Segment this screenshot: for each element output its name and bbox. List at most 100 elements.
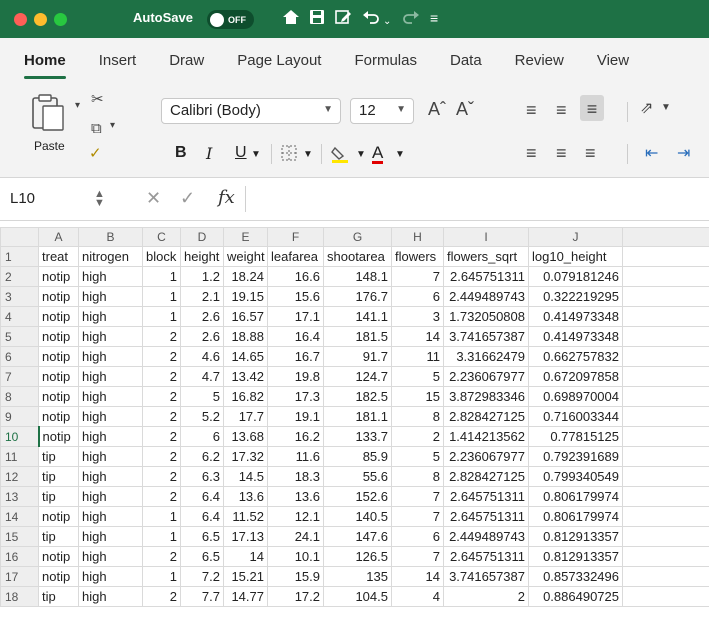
- cell[interactable]: high: [78, 366, 143, 387]
- cell[interactable]: 14: [391, 326, 444, 347]
- cell[interactable]: 0.799340549: [528, 466, 623, 487]
- cell[interactable]: 124.7: [323, 366, 392, 387]
- align-bottom-icon[interactable]: ≡: [580, 95, 604, 121]
- formula-input[interactable]: [255, 188, 695, 210]
- tab-data[interactable]: Data: [450, 52, 482, 69]
- cell[interactable]: weight: [223, 246, 268, 267]
- cell[interactable]: [622, 446, 709, 467]
- row-header[interactable]: 6: [0, 346, 39, 367]
- name-box-stepper-icon[interactable]: ▲ ▼: [94, 189, 105, 209]
- align-left-icon[interactable]: ≡: [526, 143, 537, 164]
- cell[interactable]: 2: [142, 546, 181, 567]
- cell[interactable]: 176.7: [323, 286, 392, 307]
- cell[interactable]: 2: [142, 326, 181, 347]
- cell[interactable]: [622, 526, 709, 547]
- cell[interactable]: 2: [443, 586, 529, 607]
- column-header[interactable]: I: [443, 227, 529, 247]
- cell[interactable]: 2.645751311: [443, 506, 529, 527]
- row-header[interactable]: 2: [0, 266, 39, 287]
- cell[interactable]: 1: [142, 506, 181, 527]
- cell[interactable]: 5: [391, 446, 444, 467]
- cell[interactable]: 17.3: [267, 386, 324, 407]
- cell[interactable]: 6.4: [180, 486, 224, 507]
- font-color-dropdown-icon[interactable]: ▼: [395, 149, 405, 160]
- fill-color-dropdown-icon[interactable]: ▼: [356, 149, 366, 160]
- cell[interactable]: tip: [38, 526, 79, 547]
- cell[interactable]: notip: [38, 506, 79, 527]
- cell[interactable]: high: [78, 346, 143, 367]
- cell[interactable]: [622, 406, 709, 427]
- cell[interactable]: high: [78, 506, 143, 527]
- row-header[interactable]: 18: [0, 586, 39, 607]
- cell[interactable]: high: [78, 406, 143, 427]
- cell[interactable]: notip: [38, 306, 79, 327]
- cell[interactable]: tip: [38, 586, 79, 607]
- cell[interactable]: 2.236067977: [443, 366, 529, 387]
- cell[interactable]: 16.6: [267, 266, 324, 287]
- cell[interactable]: 5.2: [180, 406, 224, 427]
- row-header[interactable]: 4: [0, 306, 39, 327]
- cell[interactable]: notip: [38, 346, 79, 367]
- cell[interactable]: 0.857332496: [528, 566, 623, 587]
- cell[interactable]: 16.82: [223, 386, 268, 407]
- cell[interactable]: [622, 326, 709, 347]
- cell[interactable]: 5: [391, 366, 444, 387]
- cell[interactable]: treat: [38, 246, 79, 267]
- decrease-indent-icon[interactable]: ⇤: [645, 143, 658, 163]
- home-icon[interactable]: [282, 8, 300, 30]
- cell[interactable]: 2: [142, 586, 181, 607]
- cell[interactable]: nitrogen: [78, 246, 143, 267]
- cell[interactable]: 140.5: [323, 506, 392, 527]
- cell[interactable]: 19.8: [267, 366, 324, 387]
- cell[interactable]: [622, 346, 709, 367]
- cell[interactable]: 1.2: [180, 266, 224, 287]
- cell[interactable]: 3.741657387: [443, 566, 529, 587]
- cell[interactable]: 0.77815125: [528, 426, 623, 447]
- cell[interactable]: 15.21: [223, 566, 268, 587]
- cell[interactable]: high: [78, 426, 143, 447]
- cell[interactable]: leafarea: [267, 246, 324, 267]
- cell[interactable]: 85.9: [323, 446, 392, 467]
- column-header[interactable]: J: [528, 227, 623, 247]
- row-header[interactable]: 3: [0, 286, 39, 307]
- undo-dropdown-icon[interactable]: ⌄: [383, 12, 391, 32]
- spreadsheet-grid[interactable]: A B C D E F G H I J 1 treat nitrogen block height weigh…: [0, 227, 709, 607]
- cell[interactable]: 2.1: [180, 286, 224, 307]
- cell[interactable]: high: [78, 446, 143, 467]
- undo-icon[interactable]: [362, 8, 380, 30]
- column-header[interactable]: A: [38, 227, 79, 247]
- cell[interactable]: high: [78, 586, 143, 607]
- row-header[interactable]: 11: [0, 446, 39, 467]
- cell[interactable]: 6: [391, 286, 444, 307]
- cell[interactable]: flowers: [391, 246, 444, 267]
- cell[interactable]: 0.886490725: [528, 586, 623, 607]
- cell[interactable]: 2.6: [180, 326, 224, 347]
- cell[interactable]: high: [78, 466, 143, 487]
- cell[interactable]: high: [78, 386, 143, 407]
- column-header[interactable]: G: [323, 227, 392, 247]
- cell[interactable]: 15: [391, 386, 444, 407]
- cell[interactable]: 0.662757832: [528, 346, 623, 367]
- autosave-toggle[interactable]: OFF: [207, 10, 254, 29]
- cell[interactable]: 2: [391, 426, 444, 447]
- fill-color-icon[interactable]: [330, 144, 350, 169]
- cell[interactable]: 15.6: [267, 286, 324, 307]
- cell[interactable]: notip: [38, 546, 79, 567]
- paste-dropdown-icon[interactable]: ▾: [75, 100, 80, 111]
- cell[interactable]: 1: [142, 566, 181, 587]
- cell[interactable]: 11.6: [267, 446, 324, 467]
- tab-page-layout[interactable]: Page Layout: [237, 52, 321, 69]
- cell[interactable]: 2: [142, 466, 181, 487]
- cell[interactable]: 18.88: [223, 326, 268, 347]
- shrink-font-button[interactable]: Aˇ: [456, 99, 474, 120]
- cell[interactable]: [622, 266, 709, 287]
- cell[interactable]: 0.698970004: [528, 386, 623, 407]
- cell[interactable]: high: [78, 486, 143, 507]
- cell[interactable]: 1: [142, 526, 181, 547]
- cell[interactable]: [622, 506, 709, 527]
- cell[interactable]: tip: [38, 486, 79, 507]
- cell[interactable]: 2: [142, 426, 181, 447]
- cell[interactable]: high: [78, 526, 143, 547]
- cell[interactable]: 7: [391, 486, 444, 507]
- cell[interactable]: notip: [38, 326, 79, 347]
